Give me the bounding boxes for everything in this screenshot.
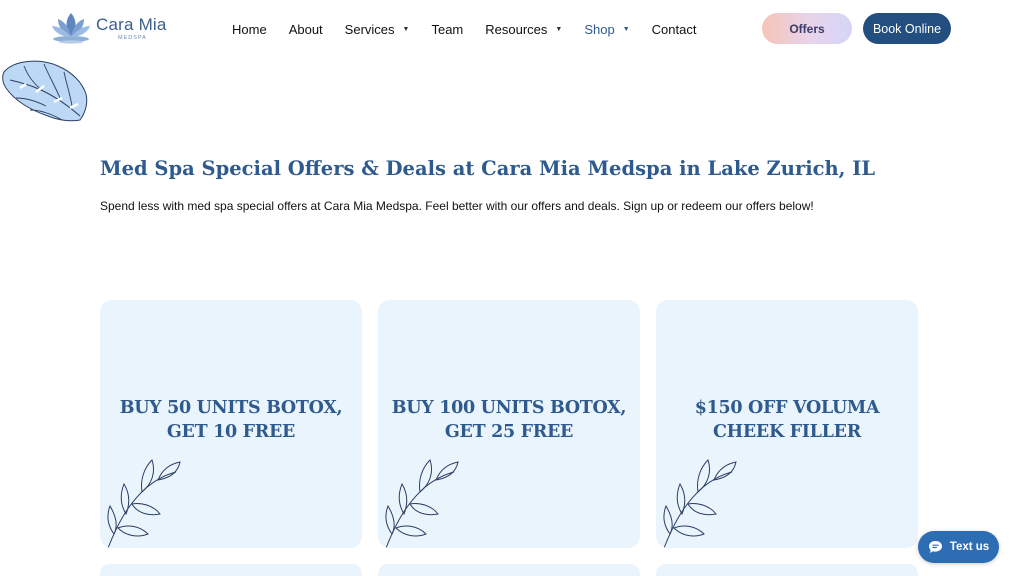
offer-card-partial[interactable] bbox=[656, 564, 918, 576]
offer-title: BUY 100 UNITS BOTOX, GET 25 FREE bbox=[378, 396, 640, 444]
offer-title-line: GET 10 FREE bbox=[166, 422, 296, 442]
nav-team[interactable]: Team bbox=[431, 22, 463, 37]
book-online-button[interactable]: Book Online bbox=[863, 13, 951, 44]
nav-label: Home bbox=[232, 21, 267, 37]
offer-title: BUY 50 UNITS BOTOX, GET 10 FREE bbox=[100, 396, 362, 444]
offers-button[interactable]: Offers bbox=[762, 13, 852, 44]
nav-home[interactable]: Home bbox=[232, 22, 267, 37]
nav-shop[interactable]: Shop ▼ bbox=[584, 22, 629, 37]
nav-services[interactable]: Services ▼ bbox=[345, 22, 410, 37]
branch-leaf-icon bbox=[385, 459, 459, 548]
nav-label: About bbox=[288, 21, 323, 37]
nav-about[interactable]: About bbox=[289, 22, 323, 37]
brand-subtitle: MEDSPA bbox=[118, 35, 147, 41]
page-title: Med Spa Special Offers & Deals at Cara M… bbox=[100, 157, 876, 180]
caret-down-icon: ▼ bbox=[402, 25, 410, 33]
offer-card-partial[interactable] bbox=[378, 564, 640, 576]
text-us-label: Text us bbox=[949, 541, 990, 553]
main-nav: Home About Services ▼ Team Resources ▼ Sho… bbox=[232, 20, 718, 38]
nav-resources[interactable]: Resources ▼ bbox=[485, 22, 562, 37]
branch-leaf-icon bbox=[107, 459, 181, 548]
chat-bubble-icon bbox=[928, 540, 943, 554]
offer-title: $150 OFF VOLUMA CHEEK FILLER bbox=[656, 396, 918, 444]
brand-name: Cara Mia bbox=[96, 15, 167, 34]
nav-contact[interactable]: Contact bbox=[652, 22, 697, 37]
offer-card-partial[interactable] bbox=[100, 564, 362, 576]
offer-card-voluma[interactable]: $150 OFF VOLUMA CHEEK FILLER bbox=[656, 300, 918, 548]
nav-label: Resources bbox=[485, 21, 548, 37]
offer-card-botox-100[interactable]: BUY 100 UNITS BOTOX, GET 25 FREE bbox=[378, 300, 640, 548]
offer-title-line: CHEEK FILLER bbox=[713, 422, 861, 442]
page-intro: Spend less with med spa special offers a… bbox=[100, 199, 814, 213]
branch-leaf-icon bbox=[663, 459, 737, 548]
offer-title-line: BUY 100 UNITS BOTOX, bbox=[391, 398, 627, 418]
lotus-icon bbox=[52, 13, 90, 44]
monstera-leaf-icon bbox=[2, 60, 88, 122]
offer-title-line: $150 OFF VOLUMA bbox=[694, 398, 880, 418]
brand-logo[interactable]: Cara Mia MEDSPA bbox=[48, 10, 178, 48]
site-header: Cara Mia MEDSPA Home About Services ▼ Tea… bbox=[0, 0, 1016, 58]
offer-card-botox-50[interactable]: BUY 50 UNITS BOTOX, GET 10 FREE bbox=[100, 300, 362, 548]
nav-label: Contact bbox=[651, 21, 697, 37]
text-us-button[interactable]: Text us bbox=[918, 531, 999, 563]
offer-title-line: BUY 50 UNITS BOTOX, bbox=[119, 398, 343, 418]
nav-label: Services bbox=[344, 21, 395, 37]
nav-label: Team bbox=[431, 21, 464, 37]
nav-label: Shop bbox=[584, 21, 615, 37]
caret-down-icon: ▼ bbox=[555, 25, 563, 33]
offer-title-line: GET 25 FREE bbox=[444, 422, 574, 442]
caret-down-icon: ▼ bbox=[622, 25, 630, 33]
